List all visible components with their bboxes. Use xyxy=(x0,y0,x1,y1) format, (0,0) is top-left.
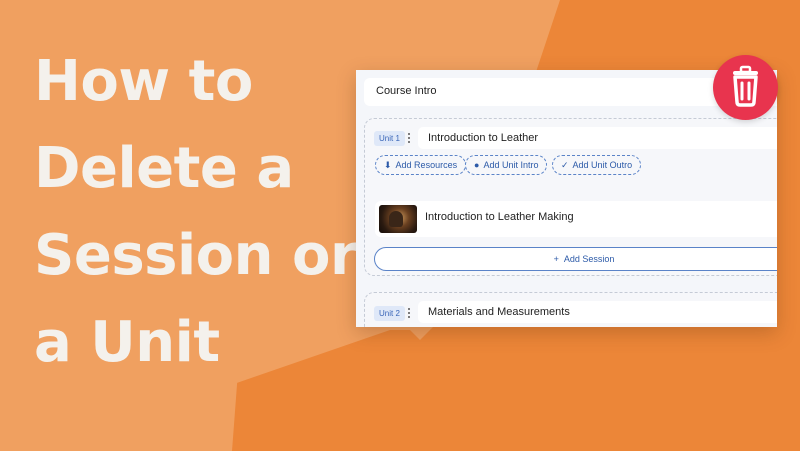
headline: How to Delete a Session or a Unit xyxy=(34,38,364,386)
add-resources-label: Add Resources xyxy=(395,160,458,170)
unit-tag: Unit 2 xyxy=(374,306,405,321)
add-session-button[interactable]: + Add Session xyxy=(374,247,777,271)
plus-icon: + xyxy=(553,254,559,264)
unit-title: Materials and Measurements xyxy=(428,306,570,318)
download-icon: ⬇ xyxy=(384,159,392,170)
course-intro-label: Course Intro xyxy=(376,85,437,97)
delete-button[interactable] xyxy=(713,55,778,120)
headline-line: a Unit xyxy=(34,310,220,375)
session-row[interactable]: Introduction to Leather Making xyxy=(375,201,777,237)
leather-workshop-thumbnail xyxy=(379,205,417,233)
add-resources-button[interactable]: ⬇ Add Resources xyxy=(375,155,467,175)
kebab-menu-icon[interactable] xyxy=(405,132,413,144)
headline-line: Delete a xyxy=(34,136,294,201)
trash-icon xyxy=(733,65,758,107)
unit-card: Unit 2 Materials and Measurements xyxy=(364,292,777,327)
add-unit-outro-button[interactable]: ✓ Add Unit Outro xyxy=(552,155,642,175)
unit-tag: Unit 1 xyxy=(374,131,405,146)
headline-line: How to xyxy=(34,49,253,114)
camera-icon: ● xyxy=(474,160,480,170)
check-icon: ✓ xyxy=(561,159,569,170)
add-unit-outro-label: Add Unit Outro xyxy=(572,160,633,170)
headline-line: Session or xyxy=(34,223,358,288)
session-title: Introduction to Leather Making xyxy=(425,211,574,223)
add-unit-intro-button[interactable]: ● Add Unit Intro xyxy=(465,155,548,175)
kebab-menu-icon[interactable] xyxy=(405,307,413,319)
unit-title: Introduction to Leather xyxy=(428,132,539,144)
unit-card: Unit 1 Introduction to Leather ⬇ Add Res… xyxy=(364,118,777,276)
unit-title-field[interactable]: Materials and Measurements xyxy=(418,301,777,323)
add-unit-intro-label: Add Unit Intro xyxy=(483,160,539,170)
add-session-label: Add Session xyxy=(563,254,615,264)
unit-title-field[interactable]: Introduction to Leather xyxy=(418,127,777,149)
